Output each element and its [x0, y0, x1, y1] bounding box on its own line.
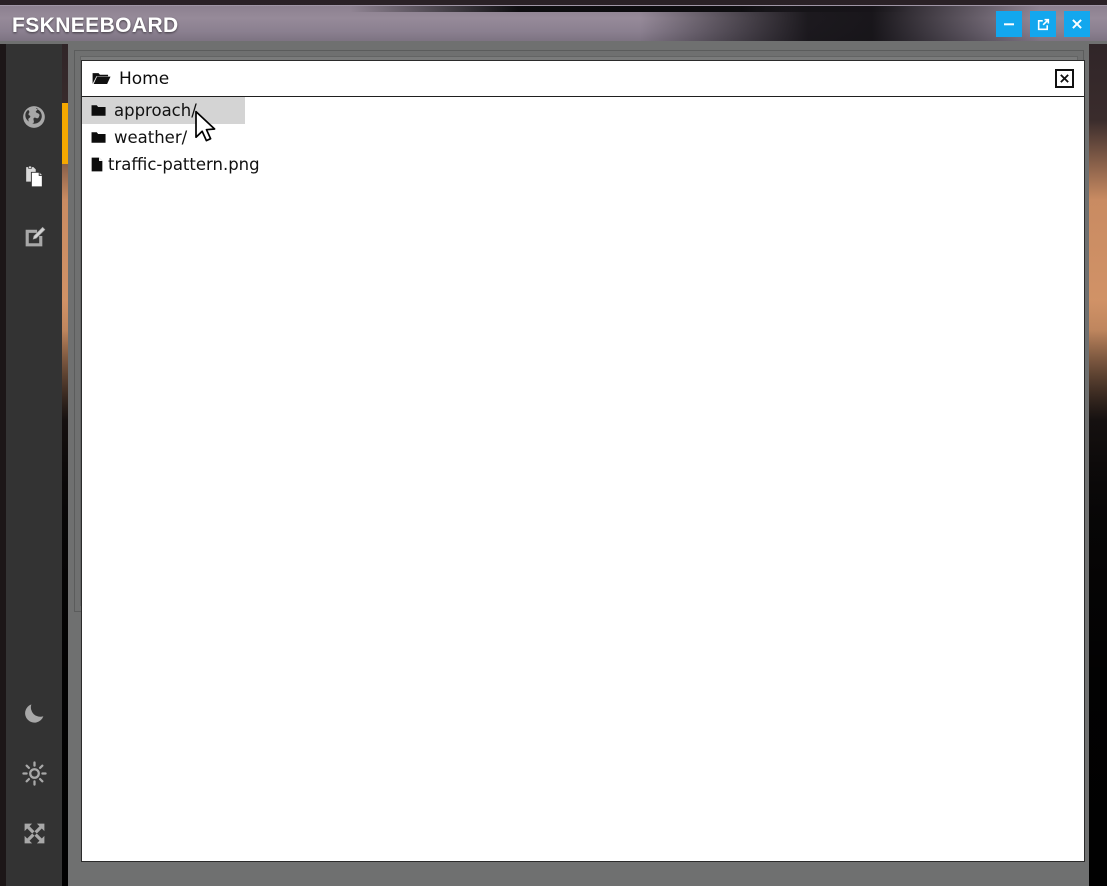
- sidebar-item-night-mode[interactable]: [6, 691, 62, 733]
- close-button[interactable]: [1064, 11, 1090, 37]
- globe-icon: [23, 106, 45, 128]
- sidebar-item-brightness[interactable]: [6, 752, 62, 794]
- file-browser-dialog: Home approach/weather/traffic-pattern.pn…: [81, 60, 1085, 862]
- panel-bottom-strip: [68, 862, 1089, 886]
- edit-square-icon: [25, 226, 45, 246]
- file-list-item-label: approach/: [114, 101, 197, 120]
- dialog-title: Home: [119, 68, 170, 89]
- sidebar-item-fullscreen[interactable]: [6, 812, 62, 854]
- file-list-item[interactable]: traffic-pattern.png: [82, 151, 260, 178]
- file-list-item[interactable]: weather/: [82, 124, 245, 151]
- minimize-button[interactable]: [996, 11, 1022, 37]
- file-list-item[interactable]: approach/: [82, 97, 245, 124]
- file-icon: [91, 157, 103, 172]
- sidebar-item-notes[interactable]: [6, 216, 62, 258]
- file-list-item-label: traffic-pattern.png: [108, 155, 260, 174]
- folder-icon: [91, 131, 109, 144]
- window-title: FSKNEEBOARD: [12, 14, 179, 37]
- moon-icon: [24, 703, 43, 723]
- sidebar-item-documents[interactable]: [6, 156, 62, 198]
- sidebar-item-browse[interactable]: [6, 96, 62, 138]
- folder-icon: [91, 104, 109, 117]
- copy-icon: [25, 165, 43, 187]
- file-list-item-label: weather/: [114, 128, 188, 147]
- close-icon: [1060, 74, 1069, 83]
- popout-button[interactable]: [1030, 11, 1056, 37]
- titlebar-notch: [350, 6, 910, 12]
- sun-icon: [21, 760, 47, 786]
- expand-icon: [24, 823, 44, 843]
- window-titlebar: FSKNEEBOARD: [0, 5, 1107, 42]
- file-list: approach/weather/traffic-pattern.png: [82, 97, 1084, 178]
- application-root: FSKNEEBOARD Home approach/ weather/ traf…: [0, 0, 1107, 886]
- dialog-close-button[interactable]: [1055, 69, 1074, 88]
- window-controls: [996, 11, 1090, 37]
- close-icon: [1072, 19, 1082, 29]
- external-link-icon: [1037, 18, 1049, 30]
- folder-open-icon: [92, 71, 111, 86]
- minimize-icon: [1004, 23, 1014, 26]
- left-sidebar: [6, 44, 62, 886]
- dialog-header: Home: [82, 61, 1084, 97]
- sidebar-item-resize[interactable]: [6, 871, 62, 886]
